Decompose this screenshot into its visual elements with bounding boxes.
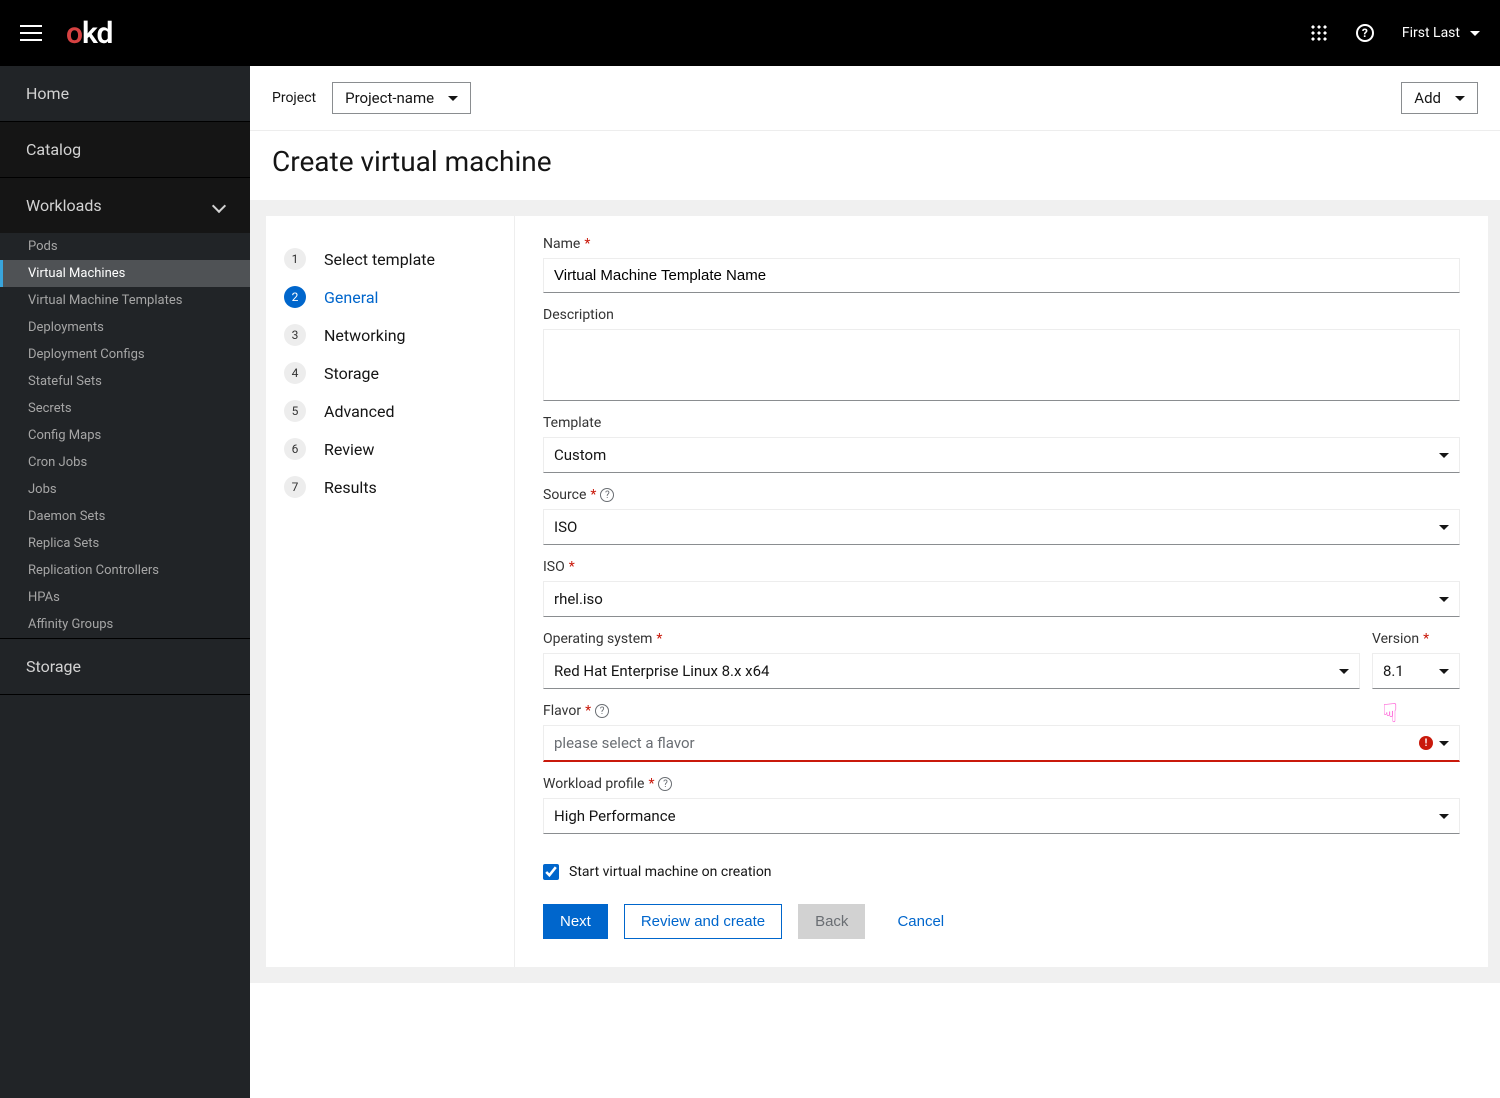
logo-o: o [66,16,82,51]
user-menu[interactable]: First Last [1402,25,1480,41]
version-select[interactable]: 8.1 [1372,653,1460,689]
step-advanced[interactable]: 5Advanced [284,392,496,430]
step-select-template[interactable]: 1Select template [284,240,496,278]
iso-select[interactable]: rhel.iso [543,581,1460,617]
start-on-creation-label: Start virtual machine on creation [569,864,772,880]
project-value: Project-name [345,89,434,107]
caret-down-icon [1439,741,1449,746]
wizard-nav: 1Select template 2General 3Networking 4S… [266,216,514,967]
sidebar-item-deployment-configs[interactable]: Deployment Configs [0,341,250,368]
sidebar-item-hpas[interactable]: HPAs [0,584,250,611]
sidebar-item-pods[interactable]: Pods [0,233,250,260]
caret-down-icon [1470,31,1480,36]
info-icon[interactable]: ? [600,488,614,502]
sidebar-item-virtual-machines[interactable]: Virtual Machines [0,260,250,287]
sidebar-item-vm-templates[interactable]: Virtual Machine Templates [0,287,250,314]
sidebar-item-stateful-sets[interactable]: Stateful Sets [0,368,250,395]
version-label: Version [1372,631,1419,647]
source-label: Source [543,487,586,503]
step-networking[interactable]: 3Networking [284,316,496,354]
project-select[interactable]: Project-name [332,82,471,114]
workload-select[interactable]: High Performance [543,798,1460,834]
page-title: Create virtual machine [250,131,1500,200]
caret-down-icon [1339,669,1349,674]
step-review[interactable]: 6Review [284,430,496,468]
step-storage[interactable]: 4Storage [284,354,496,392]
sidebar-item-config-maps[interactable]: Config Maps [0,422,250,449]
sidebar-workloads[interactable]: Workloads [0,178,250,233]
logo-kd: kd [82,16,112,51]
wizard-body: Name * Description Template Custom Sourc… [514,216,1488,967]
chevron-down-icon [212,198,226,212]
os-select[interactable]: Red Hat Enterprise Linux 8.x x64 [543,653,1360,689]
error-icon: ! [1419,736,1433,750]
top-bar: okd ? First Last [0,0,1500,66]
hamburger-icon[interactable] [20,25,42,41]
user-name: First Last [1402,25,1460,41]
add-label: Add [1414,89,1441,107]
iso-label: ISO [543,559,565,575]
source-select[interactable]: ISO [543,509,1460,545]
review-and-create-button[interactable]: Review and create [624,904,782,939]
project-label: Project [272,90,316,106]
sidebar: Home Catalog Workloads Pods Virtual Mach… [0,66,250,1098]
next-button[interactable]: Next [543,904,608,939]
sidebar-storage[interactable]: Storage [0,638,250,695]
caret-down-icon [1439,814,1449,819]
caret-down-icon [1455,96,1465,101]
sidebar-item-secrets[interactable]: Secrets [0,395,250,422]
template-label: Template [543,415,1460,431]
project-bar: Project Project-name Add [250,66,1500,131]
info-icon[interactable]: ? [658,777,672,791]
flavor-label: Flavor [543,703,581,719]
sidebar-workloads-label: Workloads [26,196,102,215]
main: Project Project-name Add Create virtual … [250,66,1500,1098]
sidebar-item-replica-sets[interactable]: Replica Sets [0,530,250,557]
sidebar-item-daemon-sets[interactable]: Daemon Sets [0,503,250,530]
os-label: Operating system [543,631,652,647]
sidebar-item-cron-jobs[interactable]: Cron Jobs [0,449,250,476]
sidebar-item-jobs[interactable]: Jobs [0,476,250,503]
sidebar-item-deployments[interactable]: Deployments [0,314,250,341]
description-input[interactable] [543,329,1460,401]
flavor-select[interactable]: please select a flavor ! [543,725,1460,762]
sidebar-catalog[interactable]: Catalog [0,122,250,178]
info-icon[interactable]: ? [595,704,609,718]
sidebar-item-replication-controllers[interactable]: Replication Controllers [0,557,250,584]
help-icon[interactable]: ? [1356,24,1374,42]
back-button: Back [798,904,865,939]
step-results[interactable]: 7Results [284,468,496,506]
add-dropdown[interactable]: Add [1401,82,1478,114]
sidebar-item-affinity-groups[interactable]: Affinity Groups [0,611,250,638]
logo: okd [66,16,112,51]
caret-down-icon [1439,597,1449,602]
name-label: Name [543,236,580,252]
caret-down-icon [448,96,458,101]
cancel-button[interactable]: Cancel [881,905,960,938]
workload-label: Workload profile [543,776,644,792]
description-label: Description [543,307,1460,323]
caret-down-icon [1439,669,1449,674]
name-input[interactable] [543,258,1460,293]
sidebar-home[interactable]: Home [0,66,250,122]
apps-grid-icon[interactable] [1310,24,1328,42]
caret-down-icon [1439,525,1449,530]
step-general[interactable]: 2General [284,278,496,316]
caret-down-icon [1439,453,1449,458]
start-on-creation-checkbox[interactable] [543,864,559,880]
template-select[interactable]: Custom [543,437,1460,473]
